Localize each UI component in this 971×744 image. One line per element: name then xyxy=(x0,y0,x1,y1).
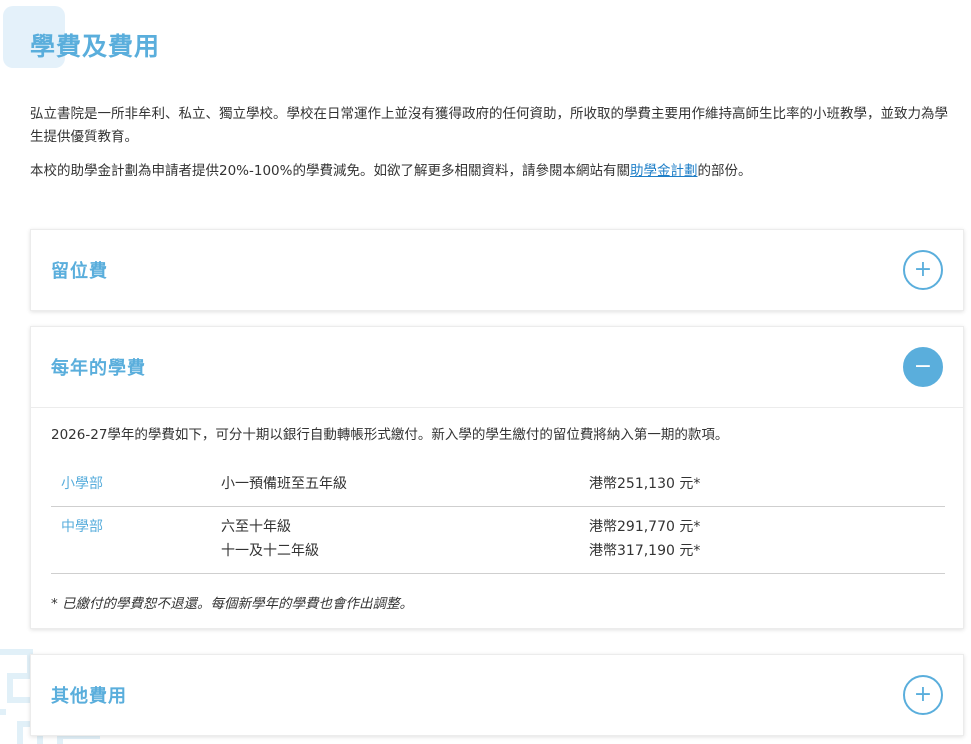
section-label: 小學部 xyxy=(61,476,103,492)
fee-note: * 已繳付的學費恕不退還。每個新學年的學費也會作出調整。 xyxy=(51,596,414,612)
accordion-body-annual-fees: 2026-27學年的學費如下，可分十期以銀行自動轉帳形式繳付。新入學的學生繳付的… xyxy=(31,407,963,628)
grade-label: 小一預備班至五年級 xyxy=(221,476,347,492)
intro-paragraph-2-tail: 的部份。 xyxy=(697,163,752,179)
accordion-header-other-fees[interactable]: 其他費用 + xyxy=(31,655,963,735)
fee-amount: 港幣317,190 元* xyxy=(589,543,701,559)
grade-cell: 六至十年級 十一及十二年級 xyxy=(211,507,579,574)
intro-section: 弘立書院是一所非牟利、私立、獨立學校。學校在日常運作上並沒有獲得政府的任何資助，… xyxy=(30,103,960,194)
accordion-title-annual-fees: 每年的學費 xyxy=(51,358,146,379)
fee-intro-text: 2026-27學年的學費如下，可分十期以銀行自動轉帳形式繳付。新入學的學生繳付的… xyxy=(51,427,729,443)
expand-plus-icon[interactable]: + xyxy=(903,675,943,715)
grade-label: 六至十年級 xyxy=(221,519,291,535)
fee-amount: 港幣251,130 元* xyxy=(589,476,701,492)
accordion-annual-fees: 每年的學費 − 2026-27學年的學費如下，可分十期以銀行自動轉帳形式繳付。新… xyxy=(30,326,964,629)
fee-table: 小學部 小一預備班至五年級 港幣251,130 元* 中學部 六至十年級 十一及… xyxy=(51,464,945,574)
intro-paragraph-1: 弘立書院是一所非牟利、私立、獨立學校。學校在日常運作上並沒有獲得政府的任何資助，… xyxy=(30,106,948,145)
collapse-minus-icon[interactable]: − xyxy=(903,347,943,387)
page: 學費及費用 弘立書院是一所非牟利、私立、獨立學校。學校在日常運作上並沒有獲得政府… xyxy=(0,0,971,744)
bursary-scheme-link[interactable]: 助學金計劃 xyxy=(630,163,698,179)
intro-paragraph-2: 本校的助學金計劃為申請者提供20%-100%的學費減免。如欲了解更多相關資料，請… xyxy=(30,160,960,183)
intro-paragraph-2-text: 本校的助學金計劃為申請者提供20%-100%的學費減免。如欲了解更多相關資料，請… xyxy=(30,163,630,179)
accordion-title-deposit: 留位費 xyxy=(51,261,108,282)
expand-plus-icon[interactable]: + xyxy=(903,250,943,290)
page-title: 學費及費用 xyxy=(30,32,161,61)
section-label: 中學部 xyxy=(61,519,103,535)
table-row: 中學部 六至十年級 十一及十二年級 港幣291,770 元* 港幣317,190… xyxy=(51,507,945,574)
grade-label: 十一及十二年級 xyxy=(221,543,319,559)
accordion-deposit: 留位費 + xyxy=(30,229,964,311)
fee-cell: 港幣251,130 元* xyxy=(579,464,945,507)
table-row: 小學部 小一預備班至五年級 港幣251,130 元* xyxy=(51,464,945,507)
accordion-other-fees: 其他費用 + xyxy=(30,654,964,736)
fee-cell: 港幣291,770 元* 港幣317,190 元* xyxy=(579,507,945,574)
grade-cell: 小一預備班至五年級 xyxy=(211,464,579,507)
accordion-header-annual-fees[interactable]: 每年的學費 − xyxy=(31,327,963,407)
accordion-header-deposit[interactable]: 留位費 + xyxy=(31,230,963,310)
fee-amount: 港幣291,770 元* xyxy=(589,519,701,535)
accordion-title-other-fees: 其他費用 xyxy=(51,686,127,707)
